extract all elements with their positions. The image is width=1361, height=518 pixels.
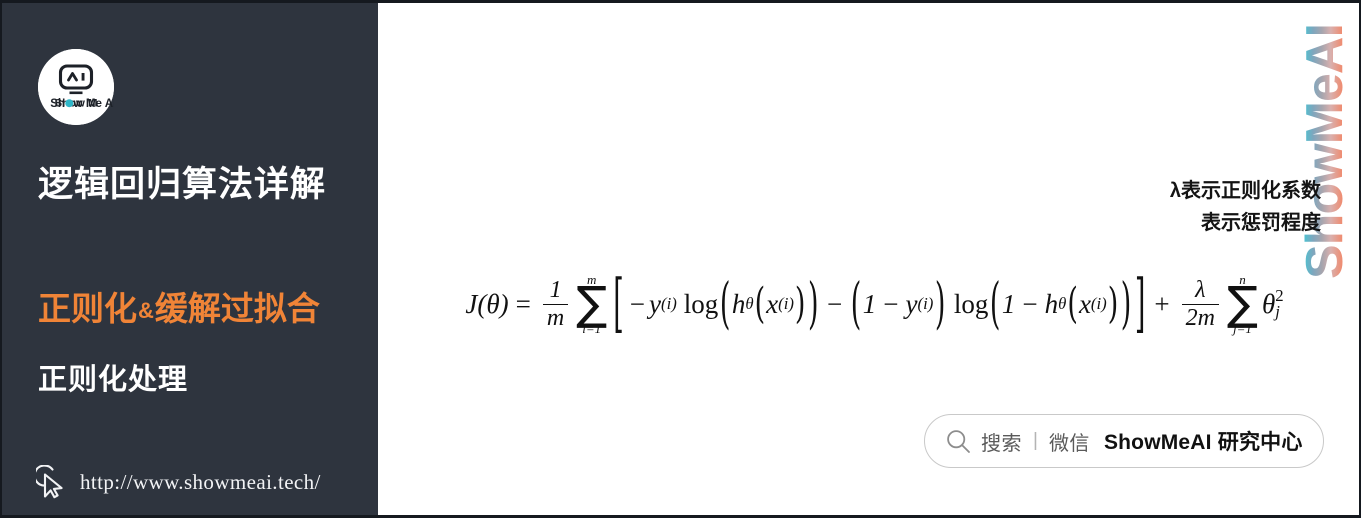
svg-text:ShowMeAI: ShowMeAI (1296, 24, 1354, 279)
summation-2: n ∑ j=1 (1227, 273, 1258, 336)
paren-open-1: ( (719, 272, 731, 336)
bracket-open: [ (613, 267, 624, 341)
paren-close-3: ) (934, 272, 946, 336)
main-panel: ShowMeAI λ表示正则化系数 表示惩罚程度 J(θ) = 1 m m ∑ … (378, 3, 1359, 515)
lambda-denominator: 2m (1181, 303, 1219, 330)
annotation-line-1: λ表示正则化系数 (1169, 180, 1321, 202)
inner-minus-1: − (883, 288, 899, 319)
section-title-part1: 正则化 (38, 290, 137, 327)
formula-equals: = (515, 288, 531, 319)
log-2: log (953, 288, 989, 319)
annotations: λ表示正则化系数 表示惩罚程度 (1170, 175, 1321, 240)
search-channel: 微信 (1048, 432, 1090, 455)
y-superscript-2: (i) (917, 294, 934, 313)
theta-base: θ (1261, 288, 1276, 319)
paren-open-3: ( (850, 272, 862, 336)
cursor-pointer-icon (36, 465, 63, 499)
section-title: 正则化&缓解过拟合 (38, 290, 320, 327)
formula-fraction-lambda-over-2m: λ 2m (1181, 277, 1219, 330)
log-1: log (683, 288, 719, 319)
paren-open-2: ( (754, 279, 766, 329)
fraction-numerator: 1 (549, 277, 562, 304)
bracket-close: ] (1134, 267, 1146, 341)
y-base-2: y (905, 288, 918, 319)
x-superscript-2: (i) (1090, 294, 1107, 313)
formula-plus: + (1154, 288, 1170, 319)
one-2: 1 (1001, 288, 1016, 319)
sigma-icon-2: ∑ (1226, 275, 1258, 330)
fraction-denominator: m (542, 303, 569, 330)
paren-open-5: ( (1067, 279, 1078, 329)
website-link[interactable]: http://www.showmeai.tech/ (36, 465, 321, 499)
paren-close-2: ) (794, 279, 806, 329)
page-title: 逻辑回归算法详解 (38, 165, 327, 204)
logo-circle: Show M x Sh w Me AI (38, 49, 114, 125)
slide-root: Show M x Sh w Me AI 逻辑回归算法详解 正则化&缓解过拟合 正… (0, 0, 1361, 518)
h-base-1: h (731, 288, 746, 319)
search-icon (947, 429, 970, 453)
cost-function-formula: J(θ) = 1 m m ∑ i=1 [ − y (i) log ( hθ ( x(… (400, 249, 1349, 359)
summation-1: m ∑ i=1 (576, 273, 607, 336)
formula-lhs: J(θ) (465, 288, 509, 319)
x-base-1: x (766, 288, 779, 319)
search-divider: | (1033, 430, 1038, 451)
x-base-2: x (1078, 288, 1091, 319)
logo: Show M x Sh w Me AI (38, 49, 114, 125)
inner-minus-2: − (1022, 288, 1038, 319)
lambda-numerator: λ (1195, 277, 1206, 304)
theta-subscript: j (1275, 301, 1280, 321)
y-base-1: y (649, 288, 661, 319)
section-title-part2: 缓解过拟合 (154, 290, 320, 327)
search-brand: ShowMeAI 研究中心 (1103, 431, 1303, 454)
theta-indices: 2j (1275, 287, 1283, 321)
term-minus-2: − (827, 288, 843, 319)
show-me-ai-logo-icon: Show M x Sh w Me AI (38, 49, 114, 125)
y-superscript-1: (i) (661, 294, 677, 313)
h-base-2: h (1044, 288, 1059, 319)
paren-close-5: ) (1107, 279, 1119, 329)
wechat-search-bar[interactable]: 搜索 | 微信 ShowMeAI 研究中心 (924, 414, 1324, 468)
formula-fraction-1-over-m: 1 m (542, 277, 569, 330)
website-url: http://www.showmeai.tech/ (80, 469, 321, 494)
section-title-amp: & (138, 298, 154, 323)
search-label: 搜索 (981, 432, 1022, 455)
paren-close-4: ) (1120, 272, 1132, 336)
showmeai-watermark: ShowMeAI (1296, 24, 1354, 279)
summation-1-lower-limit: i=1 (582, 321, 602, 337)
h-subscript-1: θ (745, 294, 754, 313)
summation-2-lower-limit: j=1 (1232, 321, 1252, 337)
sidebar: Show M x Sh w Me AI 逻辑回归算法详解 正则化&缓解过拟合 正… (2, 3, 378, 515)
term1-minus: − (629, 288, 646, 319)
h-subscript-2: θ (1058, 294, 1067, 313)
page-subtitle: 正则化处理 (38, 364, 189, 396)
one-1: 1 (862, 288, 877, 319)
paren-open-4: ( (989, 272, 1001, 336)
formula-expression: J(θ) = 1 m m ∑ i=1 [ − y (i) log ( hθ ( x(… (465, 268, 1283, 341)
x-superscript-1: (i) (778, 294, 794, 313)
sigma-icon: ∑ (576, 275, 608, 330)
annotation-line-2: 表示惩罚程度 (1201, 212, 1321, 235)
paren-close-1: ) (807, 272, 819, 336)
